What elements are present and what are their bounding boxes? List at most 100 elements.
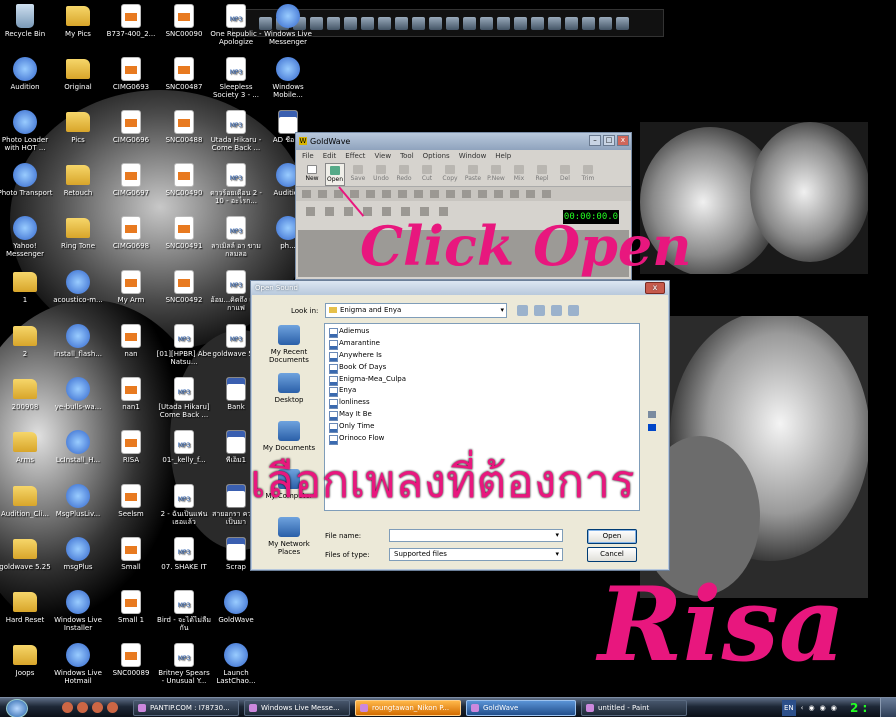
- desktop-icon[interactable]: LcInstall_H...: [50, 430, 106, 464]
- preview-stop-icon[interactable]: [648, 424, 656, 431]
- desktop-icon[interactable]: CIMG0696: [103, 110, 159, 144]
- effect-icon[interactable]: [478, 190, 487, 198]
- desktop-icon[interactable]: SNC00090: [156, 4, 212, 38]
- desktop-icon[interactable]: B737-400_2...: [103, 4, 159, 38]
- quicklaunch-icon[interactable]: [480, 16, 493, 30]
- desktop-icon[interactable]: Original: [50, 57, 106, 91]
- undo-button[interactable]: Undo: [371, 163, 391, 186]
- desktop-icon[interactable]: Arms: [0, 430, 53, 464]
- desktop-icon[interactable]: MP3 [Utada Hikaru] Come Back ...: [156, 377, 212, 419]
- quicklaunch-icon[interactable]: [497, 16, 510, 30]
- desktop-icon[interactable]: ye-bulls-wa...: [50, 377, 106, 411]
- maximize-button[interactable]: □: [603, 135, 615, 146]
- dialog-close-button[interactable]: x: [645, 282, 665, 294]
- open-dialog-button[interactable]: Open: [587, 529, 637, 544]
- files-of-type-select[interactable]: Supported files ▾: [389, 548, 563, 561]
- file-item[interactable]: Only Time: [327, 421, 639, 434]
- desktop-icon[interactable]: MP3 01-_kelly_f...: [156, 430, 212, 464]
- trim-button[interactable]: Trim: [578, 163, 598, 186]
- mix-button[interactable]: Mix: [509, 163, 529, 186]
- quicklaunch-icon[interactable]: [395, 16, 408, 30]
- file-item[interactable]: Amarantine: [327, 338, 639, 350]
- new-folder-icon[interactable]: [551, 305, 562, 316]
- desktop-icon[interactable]: MP3 ลาเมิลล์ อา ขามกลมลอ: [208, 216, 264, 258]
- quicklaunch-icon[interactable]: [582, 16, 595, 30]
- file-item[interactable]: Book Of Days: [327, 362, 639, 374]
- effect-icon[interactable]: [382, 190, 391, 198]
- effect-icon[interactable]: [542, 190, 551, 198]
- place-desktop[interactable]: Desktop: [258, 371, 320, 419]
- desktop-icon[interactable]: Windows Live Installer: [50, 590, 106, 632]
- desktop-icon[interactable]: SNC00490: [156, 163, 212, 197]
- menu-edit[interactable]: Edit: [323, 150, 337, 163]
- look-in-select[interactable]: Enigma and Enya ▾: [325, 303, 507, 318]
- language-indicator[interactable]: EN: [782, 700, 796, 716]
- desktop-icon[interactable]: MsgPlusLiv...: [50, 484, 106, 518]
- quicklaunch-icon[interactable]: [514, 16, 527, 30]
- redo-button[interactable]: Redo: [394, 163, 414, 186]
- quicklaunch-icon[interactable]: [548, 16, 561, 30]
- file-item[interactable]: Enigma-Mea_Culpa: [327, 374, 639, 386]
- chevron-down-icon[interactable]: ▾: [555, 549, 559, 560]
- quicklaunch-icon[interactable]: [92, 702, 103, 713]
- paste-new-button[interactable]: P.New: [486, 163, 506, 186]
- desktop-icon[interactable]: acoustico-m...: [50, 270, 106, 304]
- file-item[interactable]: lonliness: [327, 397, 639, 410]
- desktop-icon[interactable]: MP3 Britney Spears - Unusual Y...: [156, 643, 212, 685]
- desktop-icon[interactable]: Ring Tone: [50, 216, 106, 250]
- desktop-icon[interactable]: MP3 07. SHAKE IT: [156, 537, 212, 571]
- desktop-icon[interactable]: CIMG0698: [103, 216, 159, 250]
- quicklaunch-icon[interactable]: [327, 16, 340, 30]
- cut-button[interactable]: Cut: [417, 163, 437, 186]
- desktop-icon[interactable]: 2: [0, 324, 53, 358]
- quicklaunch-icon[interactable]: [599, 16, 612, 30]
- effect-icon[interactable]: [526, 190, 535, 198]
- quicklaunch-icon[interactable]: [412, 16, 425, 30]
- menu-tool[interactable]: Tool: [400, 150, 414, 163]
- play-icon[interactable]: [306, 206, 315, 216]
- desktop-icon[interactable]: msgPlus: [50, 537, 106, 571]
- quicklaunch-icon[interactable]: [463, 16, 476, 30]
- desktop-icon[interactable]: nan: [103, 324, 159, 358]
- quicklaunch-icon[interactable]: [344, 16, 357, 30]
- effect-icon[interactable]: [350, 190, 359, 198]
- task-paint[interactable]: untitled - Paint: [581, 700, 687, 716]
- file-item[interactable]: May It Be: [327, 409, 639, 422]
- desktop-icon[interactable]: Small: [103, 537, 159, 571]
- effect-icon[interactable]: [318, 190, 327, 198]
- desktop-icon[interactable]: SNC00089: [103, 643, 159, 677]
- dialog-titlebar[interactable]: Open Sound x: [251, 281, 669, 295]
- tray-icon[interactable]: ◉: [831, 700, 837, 716]
- desktop-icon[interactable]: Hard Reset: [0, 590, 53, 624]
- task-roungtawan[interactable]: roungtawan_Nikon P...: [355, 700, 461, 716]
- menu-file[interactable]: File: [302, 150, 314, 163]
- place-recent-documents[interactable]: My Recent Documents: [258, 323, 320, 371]
- desktop-icon[interactable]: My Pics: [50, 4, 106, 38]
- start-button[interactable]: [6, 699, 28, 717]
- desktop-icon[interactable]: MP3 Utada Hikaru - Come Back ...: [208, 110, 264, 152]
- desktop-icon[interactable]: Yahoo! Messenger: [0, 216, 53, 258]
- desktop-icon[interactable]: 200908: [0, 377, 53, 411]
- effect-icon[interactable]: [430, 190, 439, 198]
- show-desktop-button[interactable]: [880, 698, 896, 717]
- desktop-icon[interactable]: Launch LastChao...: [208, 643, 264, 685]
- task-pantip[interactable]: PANTIP.COM : I78730...: [133, 700, 239, 716]
- play-selection-icon[interactable]: [325, 206, 334, 216]
- effect-icon[interactable]: [302, 190, 311, 198]
- copy-button[interactable]: Copy: [440, 163, 460, 186]
- menu-effect[interactable]: Effect: [345, 150, 365, 163]
- desktop-icon[interactable]: MP3 ดาวร้อยเดือน 2 - 10 - อะไรก...: [208, 163, 264, 205]
- quicklaunch-icon[interactable]: [565, 16, 578, 30]
- desktop-icon[interactable]: CIMG0693: [103, 57, 159, 91]
- desktop-icon[interactable]: MP3 Bird - จะได้ไม่ลืมกัน: [156, 590, 212, 632]
- desktop-icon[interactable]: Photo Loader with HOT ...: [0, 110, 53, 152]
- quicklaunch-icon[interactable]: [107, 702, 118, 713]
- paste-button[interactable]: Paste: [463, 163, 483, 186]
- desktop-icon[interactable]: Photo Transport: [0, 163, 53, 197]
- file-item[interactable]: Anywhere Is: [327, 350, 639, 362]
- desktop-icon[interactable]: MP3 [01][HPBR] Abe Natsu...: [156, 324, 212, 366]
- close-button[interactable]: x: [617, 135, 629, 146]
- clock[interactable]: 2 :: [850, 700, 867, 716]
- save-button[interactable]: Save: [348, 163, 368, 186]
- task-goldwave[interactable]: GoldWave: [466, 700, 576, 716]
